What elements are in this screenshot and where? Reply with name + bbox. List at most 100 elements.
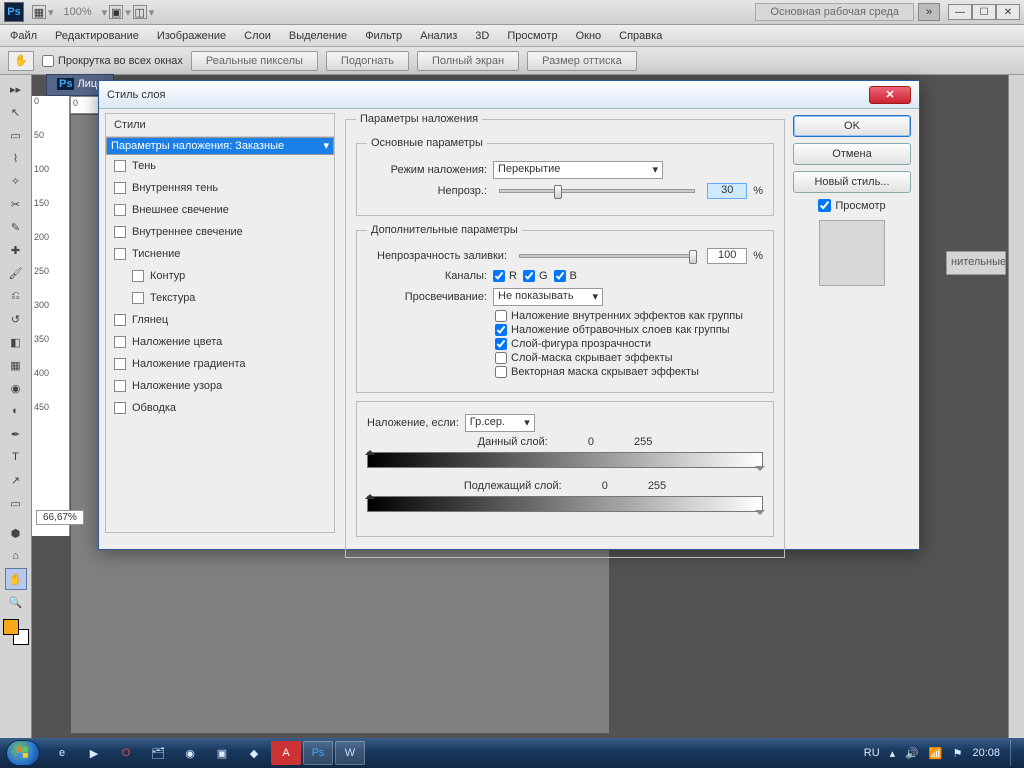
mediaplayer-icon[interactable]: ▶ xyxy=(79,741,109,765)
screenmode-icon[interactable]: ▣ xyxy=(109,5,123,19)
actual-pixels-button[interactable]: Реальные пикселы xyxy=(191,51,318,71)
blendif-select[interactable]: Гр.сер. xyxy=(465,414,535,432)
flag-icon[interactable]: ⚑ xyxy=(953,747,963,760)
style-drop-shadow[interactable]: Тень xyxy=(106,155,334,177)
opera-icon[interactable]: O xyxy=(111,741,141,765)
menu-image[interactable]: Изображение xyxy=(157,30,226,42)
workspace-more-icon[interactable]: » xyxy=(918,3,940,21)
adv-check-2[interactable]: Слой-фигура прозрачности xyxy=(495,338,763,350)
channel-r-checkbox[interactable]: R xyxy=(493,270,517,282)
this-layer-range[interactable] xyxy=(367,452,763,468)
style-blending-options[interactable]: Параметры наложения: Заказные xyxy=(106,137,334,155)
adv-check-1[interactable]: Наложение обтравочных слоев как группы xyxy=(495,324,763,336)
menu-window[interactable]: Окно xyxy=(576,30,602,42)
cancel-button[interactable]: Отмена xyxy=(793,143,911,165)
tray-up-icon[interactable]: ▴ xyxy=(890,747,896,760)
show-desktop-button[interactable] xyxy=(1010,740,1018,766)
menu-analysis[interactable]: Анализ xyxy=(420,30,457,42)
style-satin[interactable]: Глянец xyxy=(106,309,334,331)
marquee-tool-icon[interactable]: ▭ xyxy=(5,124,27,146)
dialog-close-button[interactable]: ✕ xyxy=(869,86,911,104)
path-tool-icon[interactable]: ↗ xyxy=(5,469,27,491)
style-contour[interactable]: Контур xyxy=(106,265,334,287)
maximize-button[interactable]: ☐ xyxy=(972,4,996,20)
hand-tool-icon[interactable]: ✋ xyxy=(5,568,27,590)
fill-opacity-input[interactable]: 100 xyxy=(707,248,747,264)
print-size-button[interactable]: Размер оттиска xyxy=(527,51,637,71)
adv-check-3[interactable]: Слой-маска скрывает эффекты xyxy=(495,352,763,364)
channel-b-checkbox[interactable]: B xyxy=(554,270,577,282)
xbox-icon[interactable]: ▣ xyxy=(207,741,237,765)
expand-icon[interactable]: ▸▸ xyxy=(5,78,27,100)
menu-select[interactable]: Выделение xyxy=(289,30,347,42)
heal-tool-icon[interactable]: ✚ xyxy=(5,239,27,261)
menu-3d[interactable]: 3D xyxy=(475,30,489,42)
style-inner-shadow[interactable]: Внутренняя тень xyxy=(106,177,334,199)
acrobat-icon[interactable]: A xyxy=(271,741,301,765)
menu-filter[interactable]: Фильтр xyxy=(365,30,402,42)
blur-tool-icon[interactable]: ◉ xyxy=(5,377,27,399)
full-screen-button[interactable]: Полный экран xyxy=(417,51,519,71)
menu-edit[interactable]: Редактирование xyxy=(55,30,139,42)
crop-tool-icon[interactable]: ✂ xyxy=(5,193,27,215)
channel-g-checkbox[interactable]: G xyxy=(523,270,548,282)
ok-button[interactable]: OK xyxy=(793,115,911,137)
eraser-tool-icon[interactable]: ◧ xyxy=(5,331,27,353)
zoom-tool-icon[interactable]: 🔍 xyxy=(5,591,27,613)
clock[interactable]: 20:08 xyxy=(972,747,1000,759)
network-icon[interactable]: 📶 xyxy=(929,747,943,760)
history-brush-icon[interactable]: ↺ xyxy=(5,308,27,330)
panel-dock[interactable] xyxy=(1008,75,1024,738)
lasso-tool-icon[interactable]: ⌇ xyxy=(5,147,27,169)
scroll-all-checkbox[interactable]: Прокрутка во всех окнах xyxy=(42,55,183,67)
style-pattern-overlay[interactable]: Наложение узора xyxy=(106,375,334,397)
dodge-tool-icon[interactable]: ◐ xyxy=(5,400,27,422)
layout-icon[interactable]: ▦ xyxy=(32,5,46,19)
style-gradient-overlay[interactable]: Наложение градиента xyxy=(106,353,334,375)
blendmode-select[interactable]: Перекрытие xyxy=(493,161,663,179)
wand-tool-icon[interactable]: ✧ xyxy=(5,170,27,192)
zoom-readout[interactable]: 66,67% xyxy=(36,510,84,525)
adv-check-4[interactable]: Векторная маска скрывает эффекты xyxy=(495,366,763,378)
style-inner-glow[interactable]: Внутреннее свечение xyxy=(106,221,334,243)
volume-icon[interactable]: 🔊 xyxy=(905,747,919,760)
style-stroke[interactable]: Обводка xyxy=(106,397,334,419)
gradient-tool-icon[interactable]: ▦ xyxy=(5,354,27,376)
lang-indicator[interactable]: RU xyxy=(864,747,880,759)
minimize-button[interactable]: — xyxy=(948,4,972,20)
arrange-icon[interactable]: ◫ xyxy=(133,5,147,19)
eyedropper-tool-icon[interactable]: ✎ xyxy=(5,216,27,238)
opacity-slider[interactable] xyxy=(499,189,695,193)
3d-cam-icon[interactable]: ⌂ xyxy=(5,545,27,567)
preview-checkbox[interactable]: Просмотр xyxy=(793,199,911,212)
start-button[interactable] xyxy=(6,740,40,766)
fill-opacity-slider[interactable] xyxy=(519,254,695,258)
style-bevel[interactable]: Тиснение xyxy=(106,243,334,265)
menu-help[interactable]: Справка xyxy=(619,30,662,42)
brush-tool-icon[interactable]: 🖌 xyxy=(5,262,27,284)
opacity-input[interactable]: 30 xyxy=(707,183,747,199)
under-layer-range[interactable] xyxy=(367,496,763,512)
knockout-select[interactable]: Не показывать xyxy=(493,288,603,306)
move-tool-icon[interactable]: ↖ xyxy=(5,101,27,123)
app-icon[interactable]: ◆ xyxy=(239,741,269,765)
workspace-switcher[interactable]: Основная рабочая среда xyxy=(755,3,914,21)
3d-tool-icon[interactable]: ⬢ xyxy=(5,522,27,544)
ie-icon[interactable]: e xyxy=(47,741,77,765)
dialog-titlebar[interactable]: Стиль слоя ✕ xyxy=(99,81,919,109)
close-button[interactable]: ✕ xyxy=(996,4,1020,20)
shape-tool-icon[interactable]: ▭ xyxy=(5,492,27,514)
word-icon[interactable]: W xyxy=(335,741,365,765)
style-outer-glow[interactable]: Внешнее свечение xyxy=(106,199,334,221)
side-panel-stub[interactable]: нительные xyxy=(946,251,1006,275)
menu-file[interactable]: Файл xyxy=(10,30,37,42)
color-swatches[interactable] xyxy=(3,619,29,645)
menu-layers[interactable]: Слои xyxy=(244,30,271,42)
hand-tool-icon[interactable]: ✋ xyxy=(8,51,34,71)
style-color-overlay[interactable]: Наложение цвета xyxy=(106,331,334,353)
menu-view[interactable]: Просмотр xyxy=(507,30,557,42)
zoom-value[interactable]: 100% xyxy=(64,6,92,18)
style-texture[interactable]: Текстура xyxy=(106,287,334,309)
photoshop-taskbar-icon[interactable]: Ps xyxy=(303,741,333,765)
stamp-tool-icon[interactable]: ⎌ xyxy=(5,285,27,307)
